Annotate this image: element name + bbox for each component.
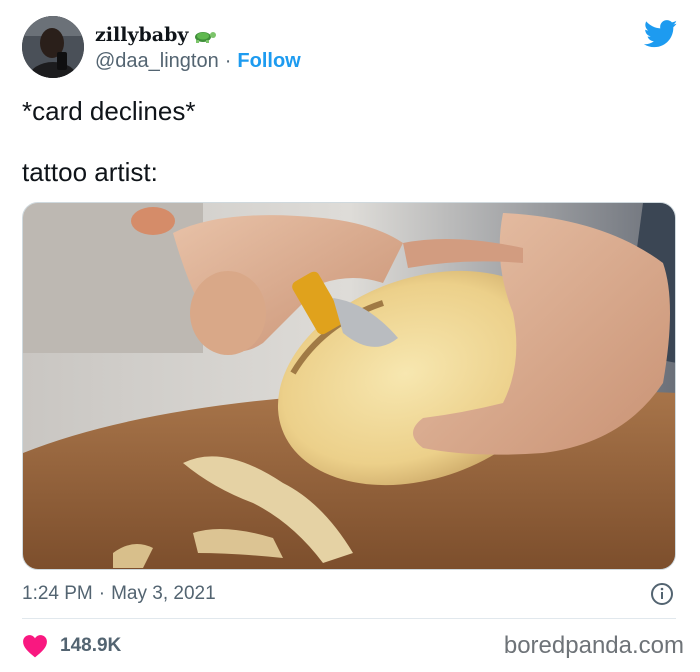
follow-button[interactable]: Follow <box>237 50 300 73</box>
avatar[interactable] <box>22 16 84 78</box>
tweet-text-line-2: tattoo artist: <box>22 157 158 187</box>
site-watermark: boredpanda.com <box>503 632 684 659</box>
twitter-bird-icon[interactable] <box>644 20 678 48</box>
heart-icon <box>23 635 47 658</box>
timestamp-separator: · <box>98 583 106 604</box>
like-button[interactable]: 148.9K <box>22 634 121 658</box>
tweet-date: May 3, 2021 <box>111 583 216 604</box>
tweet-media[interactable] <box>22 202 676 570</box>
handle-row: @daa_lington · Follow <box>95 50 301 73</box>
info-icon[interactable] <box>650 582 674 606</box>
avatar-photo <box>22 16 84 78</box>
display-name[interactable]: zillybaby <box>95 24 217 46</box>
tweet-text-line-1: *card declines* <box>22 96 196 126</box>
turtle-icon <box>195 32 217 43</box>
user-handle[interactable]: @daa_lington <box>95 50 219 73</box>
potato-peeling-photo <box>23 203 675 569</box>
handle-separator: · <box>224 50 232 72</box>
display-name-text: zillybaby <box>95 24 189 46</box>
likes-count: 148.9K <box>60 635 122 656</box>
tweet-time: 1:24 PM <box>22 583 93 604</box>
divider <box>22 618 676 619</box>
tweet-timestamp[interactable]: 1:24 PM · May 3, 2021 <box>22 583 216 605</box>
